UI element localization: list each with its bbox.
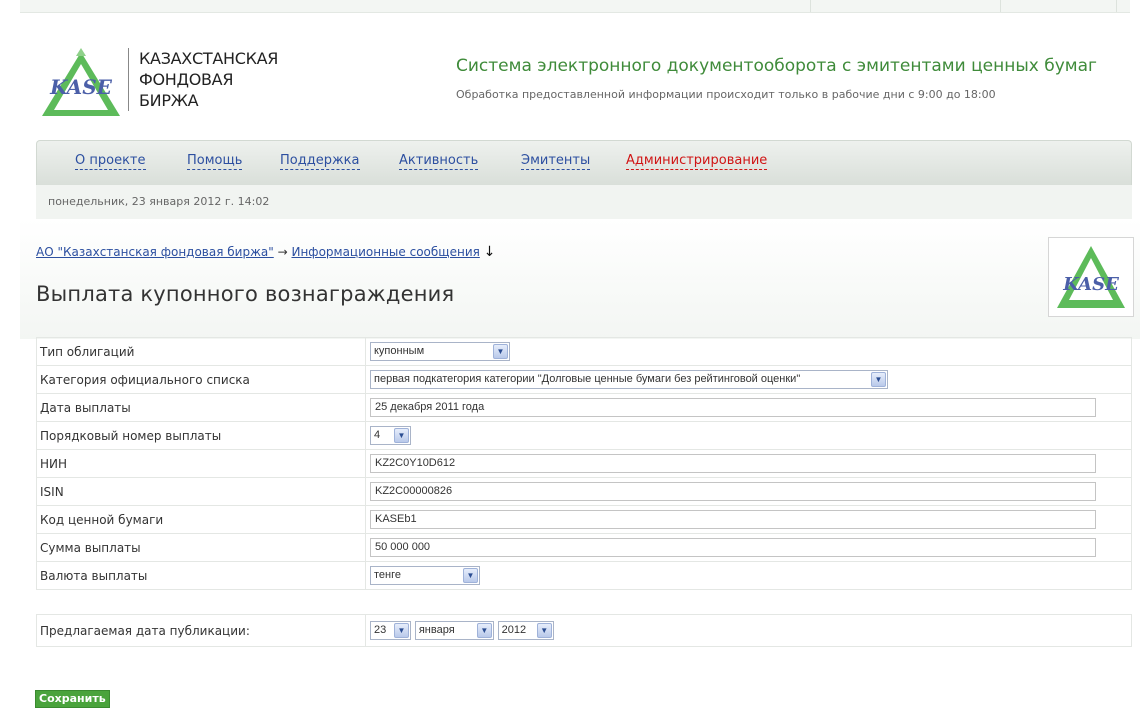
form-row-bond-type: Тип облигаций купонным ▼ [36,337,1132,366]
form-row-nin: НИН KZ2C0Y10D612 [36,449,1132,478]
form-row-amount: Сумма выплаты 50 000 000 [36,533,1132,562]
site-title: Система электронного документооборота с … [456,56,1097,76]
nav-about[interactable]: О проекте [75,153,146,170]
working-hours-note: Обработка предоставленной информации про… [456,88,996,101]
date-bar: понедельник, 23 января 2012 г. 14:02 [36,185,1132,219]
publication-day-value: 23 [374,624,387,636]
kase-logo-icon: KASE [1057,246,1125,308]
content-header-bg [20,219,1140,339]
side-logo: KASE [1048,237,1134,317]
form-row-currency: Валюта выплаты тенге ▼ [36,561,1132,590]
currency-value: тенге [374,569,401,581]
chevron-down-icon: ▼ [394,623,409,638]
security-code-input[interactable]: KASEb1 [370,510,1096,529]
isin-label: ISIN [36,477,366,506]
breadcrumb: АО "Казахстанская фондовая биржа" → Инфо… [36,244,495,260]
list-category-label: Категория официального списка [36,365,366,394]
exchange-name: КАЗАХСТАНСКАЯ ФОНДОВАЯ БИРЖА [128,48,278,111]
svg-text:KASE: KASE [1062,274,1119,295]
kase-logo-icon: KASE [42,48,120,116]
exchange-name-line: ФОНДОВАЯ [139,70,234,89]
breadcrumb-root-link[interactable]: АО "Казахстанская фондовая биржа" [36,245,274,259]
currency-label: Валюта выплаты [36,561,366,590]
main-nav: О проекте Помощь Поддержка Активность Эм… [36,140,1132,185]
nin-input[interactable]: KZ2C0Y10D612 [370,454,1096,473]
nav-support[interactable]: Поддержка [280,153,360,170]
publication-year-select[interactable]: 2012 ▼ [497,621,554,640]
publication-date-table: Предлагаемая дата публикации: 23 ▼ январ… [36,614,1132,647]
chevron-down-icon: ▼ [871,372,886,387]
top-strip [20,0,1130,13]
breadcrumb-current-link[interactable]: Информационные сообщения [291,245,479,259]
bond-type-label: Тип облигаций [36,337,366,366]
payment-number-value: 4 [374,429,381,441]
publication-day-select[interactable]: 23 ▼ [370,621,411,640]
svg-text:KASE: KASE [49,75,113,99]
nav-help[interactable]: Помощь [187,153,243,170]
publication-month-value: января [418,624,455,636]
list-category-select[interactable]: первая подкатегория категории "Долговые … [370,370,888,389]
top-strip-divider [810,0,811,12]
bond-type-value: купонным [374,345,425,357]
publication-date-label: Предлагаемая дата публикации: [36,614,366,647]
form-row-security-code: Код ценной бумаги KASEb1 [36,505,1132,534]
currency-select[interactable]: тенге ▼ [370,566,480,585]
form-row-payment-number: Порядковый номер выплаты 4 ▼ [36,421,1132,450]
list-category-value: первая подкатегория категории "Долговые … [374,373,801,385]
bond-type-select[interactable]: купонным ▼ [370,342,510,361]
nin-label: НИН [36,449,366,478]
payment-number-select[interactable]: 4 ▼ [370,426,411,445]
breadcrumb-arrow: → [277,245,288,259]
nav-activity[interactable]: Активность [399,153,479,170]
form-row-publication-date: Предлагаемая дата публикации: 23 ▼ январ… [36,614,1132,647]
security-code-label: Код ценной бумаги [36,505,366,534]
nav-administration[interactable]: Администрирование [626,153,768,170]
isin-input[interactable]: KZ2C00000826 [370,482,1096,501]
publication-year-value: 2012 [501,624,527,636]
form-row-payment-date: Дата выплаты 25 декабря 2011 года [36,393,1132,422]
exchange-name-line: БИРЖА [139,91,199,110]
nav-issuers[interactable]: Эмитенты [521,153,591,170]
save-button[interactable]: Сохранить [35,690,110,708]
chevron-down-icon: ▼ [463,568,478,583]
top-strip-divider [1000,0,1001,12]
exchange-name-line: КАЗАХСТАНСКАЯ [139,49,279,68]
publication-month-select[interactable]: января ▼ [414,621,494,640]
payment-date-label: Дата выплаты [36,393,366,422]
chevron-down-icon: ▼ [476,623,492,638]
amount-input[interactable]: 50 000 000 [370,538,1096,557]
form-row-isin: ISIN KZ2C00000826 [36,477,1132,506]
page-title: Выплата купонного вознаграждения [36,282,455,306]
payment-number-label: Порядковый номер выплаты [36,421,366,450]
payment-date-input[interactable]: 25 декабря 2011 года [370,398,1096,417]
top-strip-divider [1116,0,1117,12]
dropdown-arrow-icon[interactable]: ↓ [484,244,496,260]
coupon-form-table: Тип облигаций купонным ▼ Категория офици… [36,337,1132,590]
amount-label: Сумма выплаты [36,533,366,562]
chevron-down-icon: ▼ [394,428,409,443]
current-datetime: понедельник, 23 января 2012 г. 14:02 [48,195,270,208]
chevron-down-icon: ▼ [493,344,508,359]
form-row-list-category: Категория официального списка первая под… [36,365,1132,394]
chevron-down-icon: ▼ [536,623,552,638]
